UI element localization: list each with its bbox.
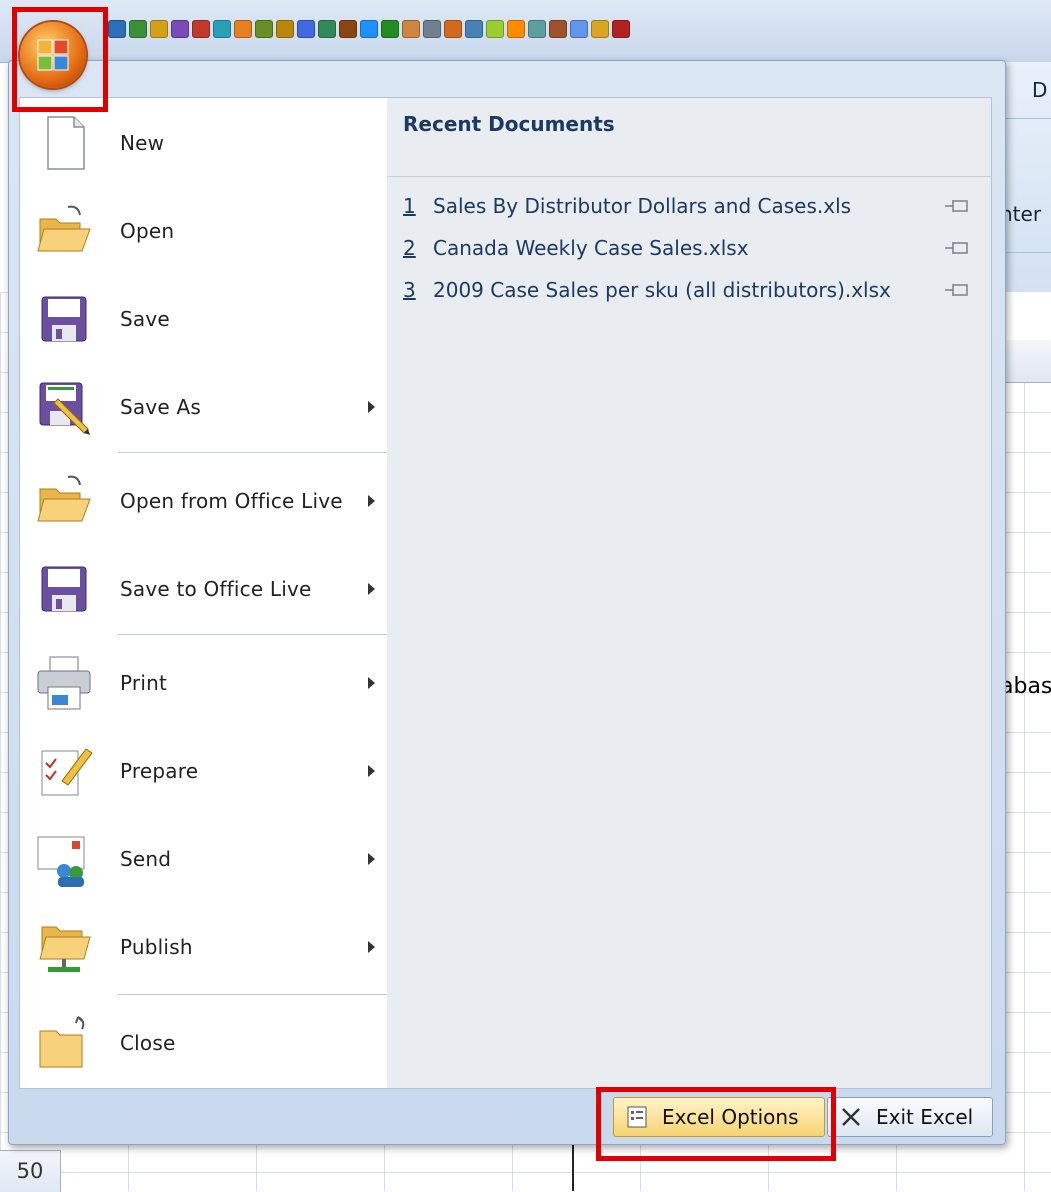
menu-top-band <box>9 61 1005 97</box>
recent-document-item[interactable]: 1 Sales By Distributor Dollars and Cases.… <box>403 194 983 230</box>
ribbon-group-fragment[interactable]: nter <box>1000 202 1041 226</box>
recent-document-item[interactable]: 3 2009 Case Sales per sku (all distributo… <box>403 278 983 314</box>
quick-access-tool-icon[interactable] <box>591 20 609 38</box>
submenu-arrow-icon <box>368 583 375 595</box>
pin-icon[interactable] <box>943 238 971 258</box>
menu-item-open[interactable]: Open <box>20 190 396 272</box>
recent-documents-title: Recent Documents <box>403 112 615 136</box>
quick-access-tool-icon[interactable] <box>528 20 546 38</box>
submenu-arrow-icon <box>368 677 375 689</box>
quick-access-tool-icon[interactable] <box>444 20 462 38</box>
menu-item-label: Open from Office Live <box>120 489 343 513</box>
pin-icon[interactable] <box>943 196 971 216</box>
menu-item-label: Save <box>120 307 170 331</box>
menu-item-save[interactable]: Save <box>20 278 396 360</box>
quick-access-tool-icon[interactable] <box>339 20 357 38</box>
menu-item-send[interactable]: Send <box>20 818 396 900</box>
quick-access-tool-icon[interactable] <box>465 20 483 38</box>
prepare-pen-icon <box>41 748 93 796</box>
submenu-arrow-icon <box>368 495 375 507</box>
quick-access-tool-icon[interactable] <box>402 20 420 38</box>
pin-icon[interactable] <box>943 280 971 300</box>
recent-documents-divider <box>387 176 991 177</box>
exit-excel-label: Exit Excel <box>876 1105 974 1129</box>
recent-document-number: 3 <box>403 278 416 302</box>
recent-document-number: 1 <box>403 194 416 218</box>
recent-document-name: Sales By Distributor Dollars and Cases.x… <box>433 194 852 218</box>
submenu-arrow-icon <box>368 941 375 953</box>
menu-item-label: Send <box>120 847 172 871</box>
menu-item-print[interactable]: Print <box>20 642 396 724</box>
quick-access-tool-icon[interactable] <box>150 20 168 38</box>
menu-item-label: Open <box>120 219 175 243</box>
quick-access-tool-icon[interactable] <box>108 20 126 38</box>
menu-item-label: Close <box>120 1031 176 1055</box>
recent-documents-pane: Recent Documents 1 Sales By Distributor D… <box>387 97 992 1089</box>
quick-access-tool-icon[interactable] <box>612 20 630 38</box>
publish-folder-icon <box>39 926 91 972</box>
save-disk-icon <box>41 566 87 612</box>
new-document-icon <box>47 116 85 170</box>
menu-item-prepare[interactable]: Prepare <box>20 730 396 812</box>
printer-icon <box>37 656 91 710</box>
menu-item-label: Print <box>120 671 168 695</box>
menu-item-label: Save As <box>120 395 201 419</box>
open-folder-icon <box>37 205 91 252</box>
quick-access-icons <box>108 20 630 38</box>
recent-document-number: 2 <box>403 236 416 260</box>
cell-text-fragment: abas <box>1000 674 1051 699</box>
quick-access-tool-icon[interactable] <box>360 20 378 38</box>
send-mail-icon <box>37 836 85 887</box>
menu-item-new[interactable]: New <box>20 102 396 184</box>
quick-access-tool-icon[interactable] <box>255 20 273 38</box>
menu-item-label: Prepare <box>120 759 199 783</box>
menu-separator <box>118 452 396 453</box>
highlight-office-button <box>12 7 108 112</box>
cell-border-line <box>572 1140 574 1191</box>
menu-item-label: New <box>120 131 165 155</box>
menu-commands-pane: New Open Save Save As Open from Office Live S… <box>19 97 397 1089</box>
submenu-arrow-icon <box>368 765 375 777</box>
quick-access-tool-icon[interactable] <box>570 20 588 38</box>
quick-access-tool-icon[interactable] <box>213 20 231 38</box>
quick-access-tool-icon[interactable] <box>192 20 210 38</box>
menu-separator <box>118 994 396 995</box>
row-header-50[interactable]: 50 <box>0 1150 61 1192</box>
quick-access-tool-icon[interactable] <box>486 20 504 38</box>
close-x-icon <box>842 1108 860 1126</box>
recent-document-name: Canada Weekly Case Sales.xlsx <box>433 236 749 260</box>
recent-document-item[interactable]: 2 Canada Weekly Case Sales.xlsx <box>403 236 983 272</box>
menu-separator <box>118 634 396 635</box>
menu-item-open-from-office-live[interactable]: Open from Office Live <box>20 460 396 542</box>
quick-access-tool-icon[interactable] <box>129 20 147 38</box>
submenu-arrow-icon <box>368 401 375 413</box>
menu-item-close[interactable]: Close <box>20 1002 396 1084</box>
quick-access-tool-icon[interactable] <box>234 20 252 38</box>
quick-access-tool-icon[interactable] <box>549 20 567 38</box>
quick-access-tool-icon[interactable] <box>423 20 441 38</box>
save-disk-icon <box>41 296 87 342</box>
recent-document-name: 2009 Case Sales per sku (all distributor… <box>433 278 891 302</box>
exit-excel-button[interactable]: Exit Excel <box>827 1097 993 1137</box>
quick-access-tool-icon[interactable] <box>297 20 315 38</box>
menu-item-label: Publish <box>120 935 193 959</box>
quick-access-tool-icon[interactable] <box>507 20 525 38</box>
menu-item-publish[interactable]: Publish <box>20 906 396 988</box>
quick-access-tool-icon[interactable] <box>276 20 294 38</box>
quick-access-tool-icon[interactable] <box>171 20 189 38</box>
menu-item-save-as[interactable]: Save As <box>20 366 396 448</box>
submenu-arrow-icon <box>368 853 375 865</box>
open-folder-icon <box>37 475 91 522</box>
menu-item-save-to-office-live[interactable]: Save to Office Live <box>20 548 396 630</box>
ribbon-tab-fragment[interactable]: D <box>1032 78 1047 102</box>
save-as-icon <box>39 382 90 435</box>
quick-access-toolbar <box>0 0 1051 63</box>
close-folder-icon <box>39 1016 85 1068</box>
quick-access-tool-icon[interactable] <box>318 20 336 38</box>
menu-item-label: Save to Office Live <box>120 577 312 601</box>
office-menu: New Open Save Save As Open from Office Live S… <box>8 60 1006 1145</box>
highlight-excel-options <box>596 1087 836 1161</box>
menu-footer: Excel Options Exit Excel <box>9 1091 1005 1144</box>
quick-access-tool-icon[interactable] <box>381 20 399 38</box>
